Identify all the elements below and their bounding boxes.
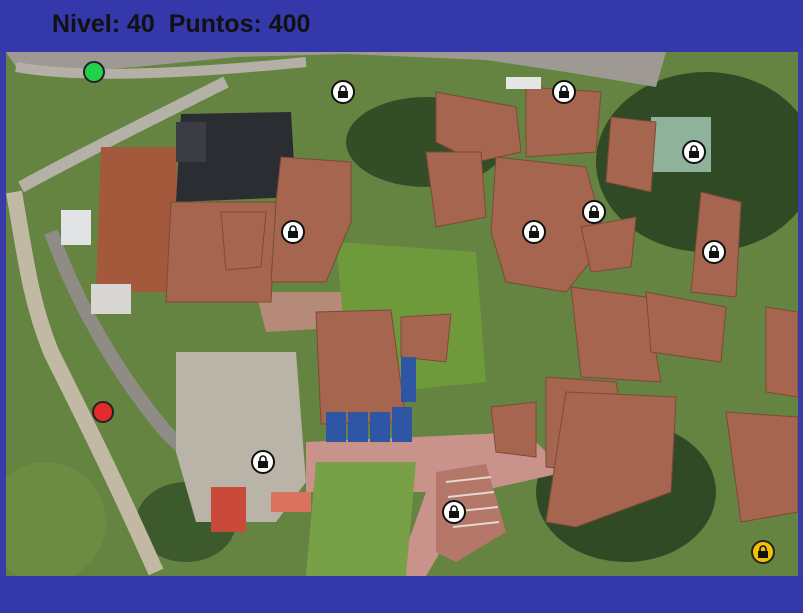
points-label: Puntos: 400 <box>168 10 311 38</box>
lock-icon <box>288 225 298 238</box>
player-position-marker <box>92 401 114 423</box>
top-bar: Nivel: 40 Puntos: 400 <box>0 0 803 52</box>
aerial-map-image <box>6 52 798 576</box>
locked-level-marker[interactable] <box>251 450 275 474</box>
lock-icon <box>709 245 719 258</box>
locked-level-marker[interactable] <box>442 500 466 524</box>
lock-icon <box>529 225 539 238</box>
lock-icon <box>589 205 599 218</box>
level-label: Nivel: 40 <box>52 10 155 38</box>
lock-icon <box>338 85 348 98</box>
campus-map[interactable] <box>6 52 798 576</box>
bottom-bar <box>0 576 803 613</box>
lock-icon <box>758 545 768 558</box>
locked-level-marker[interactable] <box>522 220 546 244</box>
lock-icon <box>559 85 569 98</box>
locked-level-marker[interactable] <box>331 80 355 104</box>
lock-icon <box>449 505 459 518</box>
locked-level-marker[interactable] <box>682 140 706 164</box>
locked-level-marker[interactable] <box>281 220 305 244</box>
start-point-marker <box>83 61 105 83</box>
hud: Nivel: 40 Puntos: 400 <box>52 10 310 39</box>
lock-icon <box>689 145 699 158</box>
locked-level-marker[interactable] <box>702 240 726 264</box>
lock-icon <box>258 455 268 468</box>
locked-level-marker[interactable] <box>552 80 576 104</box>
locked-level-marker[interactable] <box>582 200 606 224</box>
special-locked-level-marker[interactable] <box>751 540 775 564</box>
